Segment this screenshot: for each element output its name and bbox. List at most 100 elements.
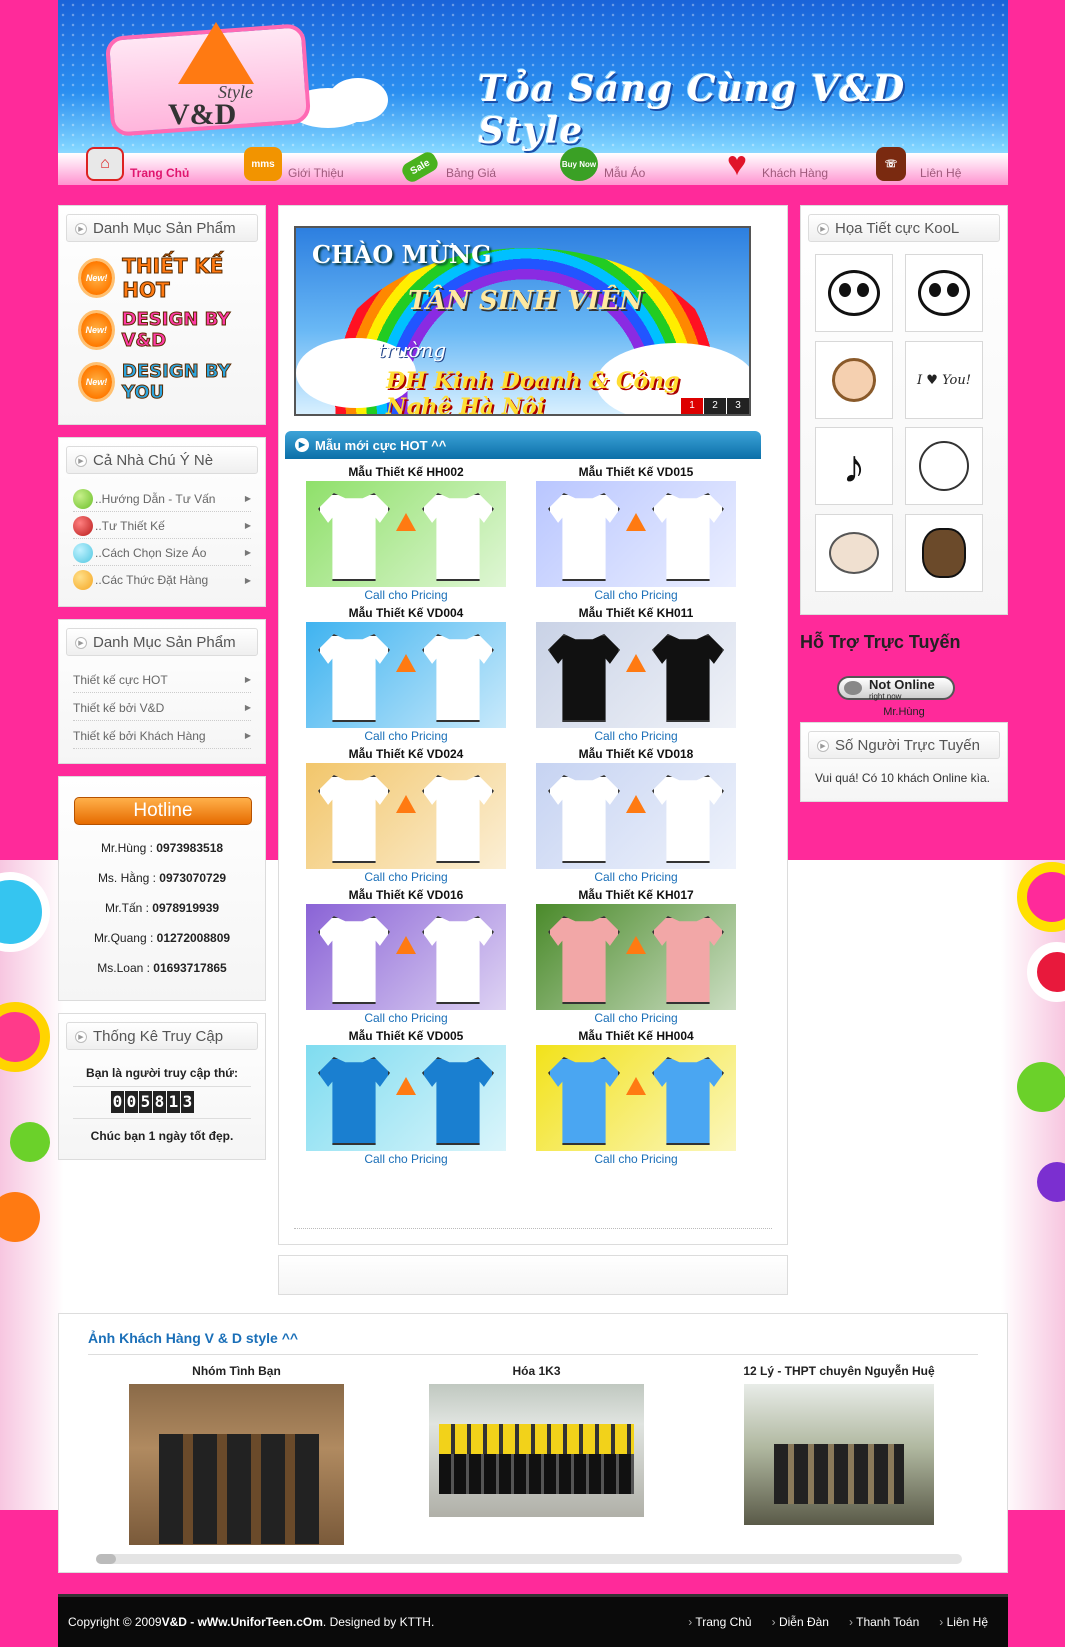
love-couple-icon[interactable]: I ♥ You!	[905, 341, 983, 419]
cap-boy-icon[interactable]	[905, 514, 983, 592]
nav-item-home[interactable]: ⌂ Trang Chủ	[58, 147, 216, 185]
nav-item-contact[interactable]: ☏ Liên Hệ	[848, 147, 1006, 185]
promo-design-by-vd[interactable]: New! DESIGN BY V&D	[81, 309, 265, 352]
notice-item-order[interactable]: ..Các Thức Đặt Hàng ▶	[73, 567, 251, 593]
status-offline-icon	[844, 681, 862, 695]
product-card[interactable]: Mẫu Thiết Kế VD015 Call cho Pricing	[531, 464, 741, 604]
visitor-wish: Chúc bạn 1 ngày tốt đẹp.	[90, 1129, 234, 1143]
tshirt-front	[318, 634, 390, 722]
product-image[interactable]	[306, 763, 506, 869]
vd-logo-icon	[626, 1077, 646, 1095]
product-card[interactable]: Mẫu Thiết Kế HH004 Call cho Pricing	[531, 1028, 741, 1168]
product-card[interactable]: Mẫu Thiết Kế VD005 Call cho Pricing	[301, 1028, 511, 1168]
girl-icon[interactable]	[815, 341, 893, 419]
mms-badge: mms	[251, 158, 275, 170]
nav-item-customers[interactable]: ♥ Khách Hàng	[690, 145, 848, 185]
call-pricing-link[interactable]: Call cho Pricing	[531, 1151, 741, 1167]
product-image[interactable]	[306, 1045, 506, 1151]
footer-link-contact[interactable]: Liên Hệ	[939, 1615, 988, 1629]
notice-item-self-design[interactable]: ..Tư Thiết Kế ▶	[73, 513, 251, 539]
hotline-button[interactable]: Hotline	[74, 797, 252, 825]
product-card[interactable]: Mẫu Thiết Kế VD024 Call cho Pricing	[301, 746, 511, 886]
footer-link-payment[interactable]: Thanh Toán	[849, 1615, 919, 1629]
product-image[interactable]	[536, 904, 736, 1010]
banner-page-3[interactable]: 3	[727, 398, 749, 414]
product-title: Mẫu Thiết Kế KH017	[578, 888, 694, 902]
category-by-vd[interactable]: Thiết kế bởi V&D ▶	[73, 695, 251, 721]
product-image[interactable]	[536, 481, 736, 587]
horizontal-scrollbar[interactable]	[96, 1554, 962, 1564]
product-card[interactable]: Mẫu Thiết Kế KH011 Call cho Pricing	[531, 605, 741, 745]
panda-icon[interactable]	[815, 254, 893, 332]
call-pricing-link[interactable]: Call cho Pricing	[301, 1010, 511, 1026]
cow-icon[interactable]	[815, 514, 893, 592]
support-status-button[interactable]: Not Online right now	[837, 676, 955, 701]
vd-logo-icon	[626, 936, 646, 954]
product-card[interactable]: Mẫu Thiết Kế VD016 Call cho Pricing	[301, 887, 511, 1027]
circle-decoration	[1037, 1162, 1065, 1202]
hotline-contact: Mr.Hùng : 0973983518	[100, 841, 224, 855]
blue-ball-icon	[73, 542, 93, 563]
product-card[interactable]: Mẫu Thiết Kế VD018 Call cho Pricing	[531, 746, 741, 886]
call-pricing-link[interactable]: Call cho Pricing	[531, 869, 741, 885]
vd-logo-icon	[396, 654, 416, 672]
welcome-banner[interactable]: CHÀO MỪNG TÂN SINH VIÊN trường ĐH Kinh D…	[294, 226, 751, 416]
customer-photo	[429, 1384, 644, 1517]
category-hot[interactable]: Thiết kế cực HOT ▶	[73, 667, 251, 693]
customer-photo-item[interactable]: Hóa 1K3	[429, 1364, 644, 1517]
nav-item-about[interactable]: mms Giới Thiệu	[216, 147, 374, 185]
notice-item-size[interactable]: ..Cách Chọn Size Áo ▶	[73, 540, 251, 566]
banner-subheading: TÂN SINH VIÊN	[408, 286, 644, 316]
call-pricing-link[interactable]: Call cho Pricing	[301, 869, 511, 885]
call-pricing-link[interactable]: Call cho Pricing	[301, 587, 511, 603]
product-card[interactable]: Mẫu Thiết Kế KH017 Call cho Pricing	[531, 887, 741, 1027]
footer-link-forum[interactable]: Diễn Đàn	[772, 1615, 829, 1629]
banner-page-1[interactable]: 1	[681, 398, 703, 414]
chevron-right-icon: ▶	[244, 703, 251, 712]
product-image[interactable]	[306, 904, 506, 1010]
decoration-left	[0, 862, 58, 1282]
product-image[interactable]	[306, 481, 506, 587]
sidebar-box-icons: ▶ Họa Tiết cực KooL I ♥ You! ♪	[800, 205, 1008, 615]
product-card[interactable]: Mẫu Thiết Kế VD004 Call cho Pricing	[301, 605, 511, 745]
music-note-icon[interactable]: ♪	[815, 427, 893, 505]
tshirt-front	[548, 1057, 620, 1145]
promo-design-by-you[interactable]: New! DESIGN BY YOU	[81, 361, 265, 404]
call-pricing-link[interactable]: Call cho Pricing	[301, 1151, 511, 1167]
product-image[interactable]	[536, 622, 736, 728]
footer-link-home[interactable]: Trang Chủ	[688, 1615, 751, 1629]
hotline-contact: Mr.Tấn : 0978919939	[104, 901, 220, 915]
customer-photo-item[interactable]: 12 Lý - THPT chuyên Nguyễn Huệ	[739, 1364, 939, 1525]
tshirt-front	[318, 916, 390, 1004]
promo-hot-designs[interactable]: New! THIẾT KẾ HOT	[81, 254, 265, 303]
product-title: Mẫu Thiết Kế VD018	[578, 747, 694, 761]
nav-item-pricing[interactable]: Sale Bảng Giá	[374, 149, 532, 185]
customer-photo-item[interactable]: Nhóm Tình Bạn	[129, 1364, 344, 1545]
chevron-right-icon: ▶	[244, 575, 251, 585]
hotline-contact: Mr.Quang : 01272008809	[93, 931, 231, 945]
banner-school-label: trường	[378, 338, 447, 362]
call-pricing-link[interactable]: Call cho Pricing	[531, 1010, 741, 1026]
hotline-contact: Ms. Hằng : 0973070729	[97, 871, 227, 885]
new-badge-icon: New!	[81, 313, 112, 347]
call-pricing-link[interactable]: Call cho Pricing	[301, 728, 511, 744]
product-image[interactable]	[536, 763, 736, 869]
notice-item-guide[interactable]: ..Hướng Dẫn - Tư Vấn ▶	[73, 486, 251, 512]
main-nav: ⌂ Trang Chủ mms Giới Thiệu Sale Bảng Giá…	[58, 145, 1008, 185]
tshirt-front	[318, 493, 390, 581]
site-header: Style V&D Tỏa Sáng Cùng V&D Style ⌂ Tran…	[58, 0, 1008, 185]
panda-icon[interactable]	[905, 254, 983, 332]
product-image[interactable]	[536, 1045, 736, 1151]
product-card[interactable]: Mẫu Thiết Kế HH002 Call cho Pricing	[301, 464, 511, 604]
smile-sketch-icon[interactable]	[905, 427, 983, 505]
product-title: Mẫu Thiết Kế HH002	[348, 465, 464, 479]
category-by-customer[interactable]: Thiết kế bởi Khách Hàng ▶	[73, 723, 251, 749]
banner-page-2[interactable]: 2	[704, 398, 726, 414]
product-image[interactable]	[306, 622, 506, 728]
scrollbar-thumb[interactable]	[96, 1554, 116, 1564]
nav-item-shirts[interactable]: Buy Now Mẫu Áo	[532, 147, 690, 185]
nav-label: Giới Thiệu	[288, 166, 344, 180]
call-pricing-link[interactable]: Call cho Pricing	[531, 587, 741, 603]
call-pricing-link[interactable]: Call cho Pricing	[531, 728, 741, 744]
tshirt-back	[652, 634, 724, 722]
